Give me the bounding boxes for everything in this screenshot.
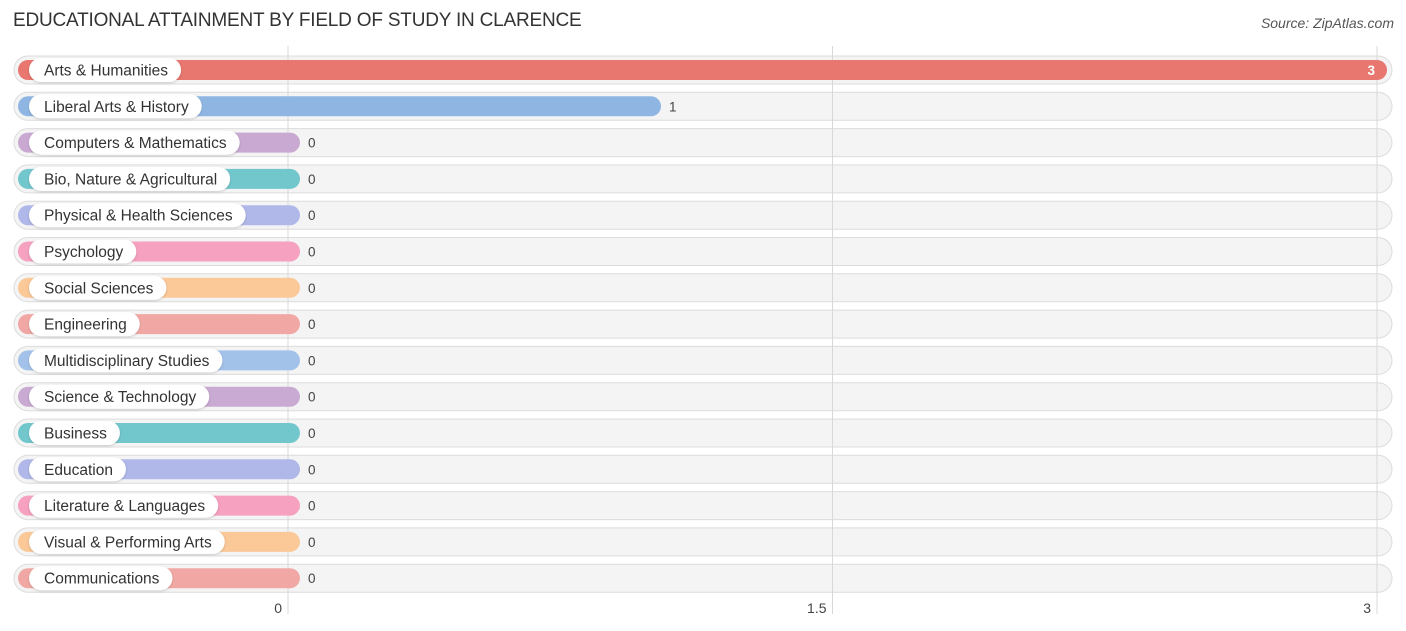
value-label: 1 [669, 99, 677, 114]
value-label: 0 [308, 172, 316, 187]
category-label: Computers & Mathematics [44, 135, 227, 152]
category-label: Physical & Health Sciences [44, 208, 233, 225]
x-tick-label: 0 [274, 600, 282, 616]
category-label: Communications [44, 571, 160, 588]
bar-row: Engineering 0 [18, 312, 316, 337]
bar-row: Science & Technology 0 [18, 384, 316, 409]
bar-row: Education 0 [18, 457, 316, 482]
value-label: 0 [308, 571, 316, 586]
bar-row: Social Sciences 0 [18, 275, 316, 300]
bar-row: Visual & Performing Arts 0 [18, 529, 316, 554]
bar-row: Computers & Mathematics 0 [18, 130, 316, 155]
category-label: Education [44, 462, 113, 479]
category-label: Multidisciplinary Studies [44, 353, 210, 370]
value-label: 0 [308, 208, 316, 223]
value-label: 0 [308, 317, 316, 332]
value-label: 0 [308, 535, 316, 550]
category-label: Psychology [44, 244, 124, 261]
bar-row: Arts & Humanities 3 [18, 58, 1387, 82]
bar-row: Multidisciplinary Studies 0 [18, 348, 316, 373]
category-label: Science & Technology [44, 389, 196, 406]
bar-row: Bio, Nature & Agricultural 0 [18, 166, 316, 191]
value-label: 0 [308, 390, 316, 405]
bar-row: Liberal Arts & History 1 [18, 94, 677, 119]
value-label: 0 [308, 245, 316, 260]
category-label: Visual & Performing Arts [44, 534, 212, 551]
value-label: 0 [308, 281, 316, 296]
value-label: 3 [1367, 63, 1375, 78]
category-label: Engineering [44, 317, 127, 334]
bar-row: Psychology 0 [18, 239, 316, 264]
value-label: 0 [308, 462, 316, 477]
bar[interactable] [18, 60, 1387, 80]
bar-row: Literature & Languages 0 [18, 493, 316, 518]
value-label: 0 [308, 136, 316, 151]
category-label: Arts & Humanities [44, 63, 168, 80]
bar-row: Physical & Health Sciences 0 [18, 203, 316, 228]
value-label: 0 [308, 499, 316, 514]
bar-row: Business 0 [18, 421, 316, 445]
value-label: 0 [308, 426, 316, 441]
x-tick-label: 1.5 [807, 600, 827, 616]
category-label: Liberal Arts & History [44, 99, 189, 116]
value-label: 0 [308, 353, 316, 368]
category-label: Business [44, 426, 107, 443]
bar-chart: Arts & Humanities 3 Liberal Arts & History… [13, 46, 1393, 616]
category-label: Bio, Nature & Agricultural [44, 171, 217, 188]
category-label: Social Sciences [44, 280, 154, 297]
bar-row: Communications 0 [18, 566, 316, 591]
category-label: Literature & Languages [44, 498, 205, 515]
x-tick-label: 3 [1363, 600, 1371, 616]
